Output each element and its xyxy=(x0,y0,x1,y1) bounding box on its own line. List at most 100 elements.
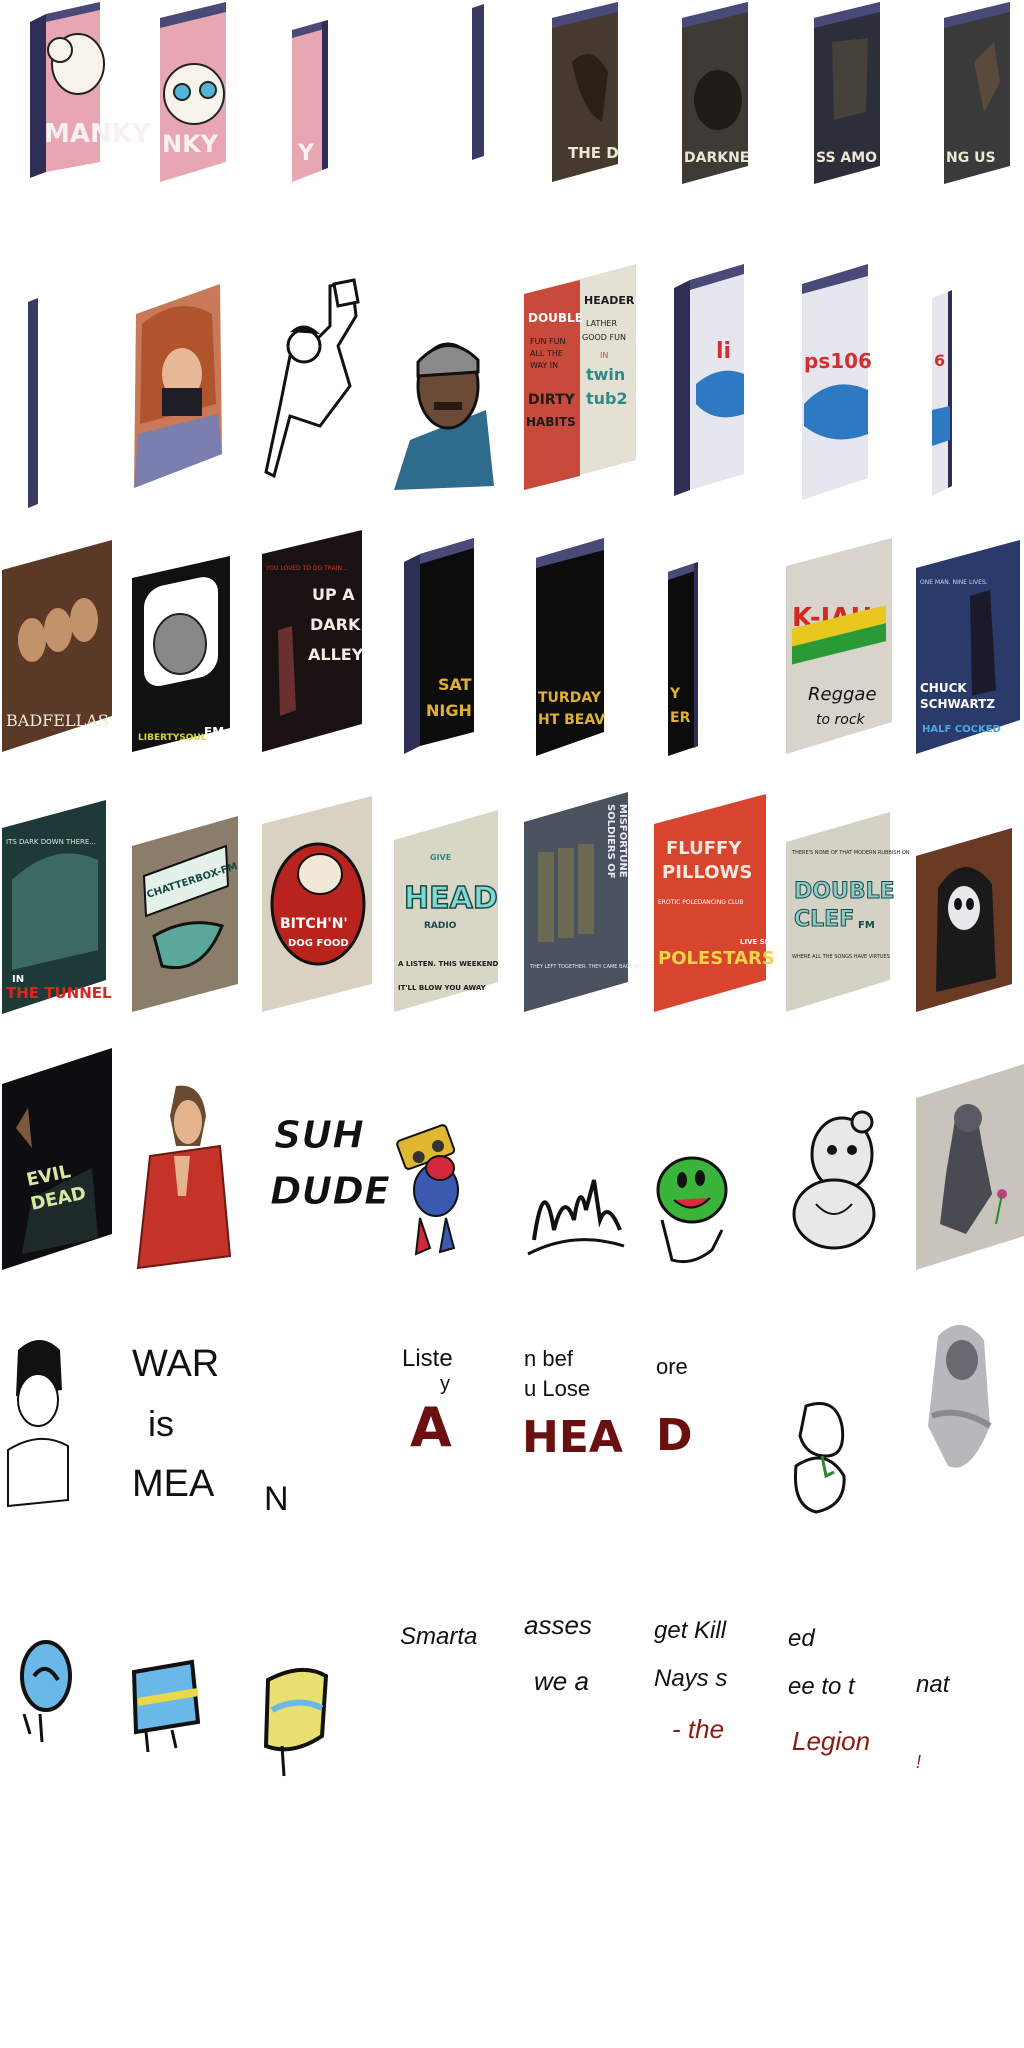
woman-red-top-image xyxy=(130,1076,234,1270)
bear-monster-sketch xyxy=(786,1104,884,1254)
before-text-2: u Lose xyxy=(524,1376,590,1401)
header-text-1: HEADER xyxy=(584,294,635,307)
manky-text-2: NKY xyxy=(162,130,219,158)
that-text-1: nat xyxy=(916,1671,951,1698)
darkness-poster-4: NG US xyxy=(944,2,1010,184)
header-text-3: GOOD FUN xyxy=(582,333,626,342)
fluffy-pillows-poster: FLUFFY PILLOWS EROTIC POLEDANCING CLUB P… xyxy=(654,794,785,1012)
head-text: HEAD xyxy=(404,881,498,916)
darkness-text-3: SS AMO xyxy=(816,150,877,166)
war-text-3: MEA xyxy=(132,1463,215,1505)
frame-sliver xyxy=(472,4,488,160)
hooded-ghost-image xyxy=(916,828,1012,1012)
fluffy-text-3: EROTIC POLEDANCING CLUB xyxy=(658,899,744,906)
listen-text-1: Liste xyxy=(402,1345,453,1372)
double-clef-fm-poster: THERE'S NONE OF THAT MODERN RUBBISH ON D… xyxy=(786,812,910,1012)
suh-text: SUH xyxy=(274,1113,364,1157)
saturday-poster-2: TURDAY HT BEAV xyxy=(536,538,605,756)
more-text-2: D xyxy=(656,1410,693,1461)
dude-text: DUDE xyxy=(270,1169,390,1213)
listen-text-3: A xyxy=(410,1396,452,1459)
double-clef-text-2: CLEF xyxy=(794,907,854,932)
double-text-2: FUN FUN xyxy=(530,337,565,346)
smart-text: Smarta xyxy=(400,1623,477,1650)
get-killed-fragment: get Kill Nays s - the xyxy=(652,1608,727,1758)
texture-atlas: MANKY NKY Y THE D DARKNE SS AMO NG US DO… xyxy=(0,0,1024,2048)
saturday-poster-3: Y ER xyxy=(668,562,702,758)
libertysoul-fm: FM xyxy=(204,725,224,739)
legion-text-2: ee to t xyxy=(788,1673,856,1700)
bitchn-dog-food-poster: BITCH'N' DOG FOOD xyxy=(262,796,372,1012)
double-clef-fm: FM xyxy=(858,920,875,931)
graffiti-fragment-blue xyxy=(10,1624,72,1744)
header-text-2: LATHER xyxy=(586,319,617,328)
graffiti-fragment-yellow xyxy=(262,1656,332,1786)
chuck-text-1: CHUCK xyxy=(920,681,967,695)
fist-man-sketch xyxy=(260,276,380,486)
lips106-poster-2: ps106 xyxy=(802,264,872,500)
to-rock-text: to rock xyxy=(816,712,866,728)
reggae-text: Reggae xyxy=(808,684,877,705)
fluffy-text-1: FLUFFY xyxy=(666,838,742,859)
smartasses-fragment: Smarta xyxy=(398,1608,477,1658)
child-portrait-sketch xyxy=(6,1330,72,1508)
listen-text-2: y xyxy=(440,1373,450,1395)
double-clef-tagline: THERE'S NONE OF THAT MODERN RUBBISH ON xyxy=(791,850,910,856)
graffiti-fragment-teal xyxy=(131,1652,202,1762)
before-text-3: HEA xyxy=(522,1412,623,1463)
soldiers-text-2: MISFORTUNE xyxy=(617,804,628,878)
double-text-5: DIRTY xyxy=(528,392,576,408)
give-head-radio-poster: GIVE HEAD RADIO A LISTEN. THIS WEEKEND I… xyxy=(394,810,499,1012)
lips106-poster-3: 6 xyxy=(932,290,956,500)
half-cocked-poster: ONE MAN. NINE LIVES. CHUCK SCHWARTZ HALF… xyxy=(916,540,1020,754)
that-text-2: ! xyxy=(916,1752,921,1772)
asses-text-1: asses xyxy=(524,1610,592,1640)
legion-fragment: ed ee to t Legion xyxy=(786,1618,870,1768)
manky-text-1: MANKY xyxy=(44,119,152,149)
n-fragment-text: N xyxy=(262,1400,302,1530)
evil-dead-poster: EVIL DEAD xyxy=(2,1048,112,1270)
double-text-6: HABITS xyxy=(526,415,576,429)
darkness-poster-2: DARKNE xyxy=(682,2,749,184)
badfellas-title: BADFELLAS xyxy=(6,711,109,730)
before-text-1: n bef xyxy=(524,1346,574,1371)
saturday-text-5: Y xyxy=(669,686,681,702)
kjah-reggae-poster: K-JAH Reggae to rock xyxy=(786,538,892,754)
listen-text-fragment: Liste y A xyxy=(400,1336,470,1459)
head-sub-1: A LISTEN. THIS WEEKEND xyxy=(398,960,499,968)
dark-alley-poster: YOU LOVED TO DO TRAIN... UP A DARK ALLEY xyxy=(262,530,364,752)
hooded-figure-faded xyxy=(918,1316,1002,1482)
radio-text: RADIO xyxy=(424,921,457,931)
darkness-text-2: DARKNE xyxy=(684,150,749,166)
lips-text-1: li xyxy=(716,339,731,364)
libertysoul-fm-poster: LIBERTYSOUL FM xyxy=(132,556,230,752)
soldiers-text-1: SOLDIERS OF xyxy=(605,804,616,879)
darkness-text-4: NG US xyxy=(946,150,996,166)
legion-text-3: Legion xyxy=(792,1726,870,1756)
darkness-text-1: THE D xyxy=(568,144,619,162)
more-head-fragment: ore D xyxy=(654,1350,714,1461)
cartoon-hand-sticker xyxy=(786,1396,854,1520)
soldiers-sub: THEY LEFT TOGETHER. THEY CAME BACK IN PI… xyxy=(529,964,660,970)
asses-fragment: asses we a xyxy=(522,1604,594,1708)
soldiers-misfortune-poster: SOLDIERS OF MISFORTUNE THEY LEFT TOGETHE… xyxy=(524,792,660,1012)
war-text-2: is xyxy=(148,1403,174,1444)
legion-text-1: ed xyxy=(788,1625,815,1652)
alley-text-2: DARK xyxy=(310,615,361,634)
double-header-poster: DOUBLE FUN FUN ALL THE WAY IN DIRTY HABI… xyxy=(524,264,636,490)
war-text-1: WAR xyxy=(132,1343,219,1385)
saturday-text-4: HT BEAV xyxy=(538,712,605,728)
head-sub-2: IT'LL BLOW YOU AWAY xyxy=(398,984,487,992)
kill-text-1: get Kill xyxy=(654,1617,727,1644)
manky-poster-1: MANKY xyxy=(30,2,152,178)
give-text: GIVE xyxy=(430,853,451,862)
saturday-poster-1: SAT NIGH xyxy=(404,538,474,754)
the-tunnel-poster: ITS DARK DOWN THERE... IN THE TUNNEL xyxy=(2,800,112,1014)
tunnel-title: THE TUNNEL xyxy=(6,984,112,1002)
before-lose-head-fragment: n bef u Lose HEA xyxy=(522,1336,623,1463)
suh-dude-graffiti: SUH DUDE xyxy=(266,1100,391,1220)
green-smiley-sticker xyxy=(652,1140,736,1270)
fluffy-text-2: PILLOWS xyxy=(662,862,752,883)
asses-text-2: we a xyxy=(534,1666,589,1696)
saturday-text-2: NIGH xyxy=(426,701,472,720)
